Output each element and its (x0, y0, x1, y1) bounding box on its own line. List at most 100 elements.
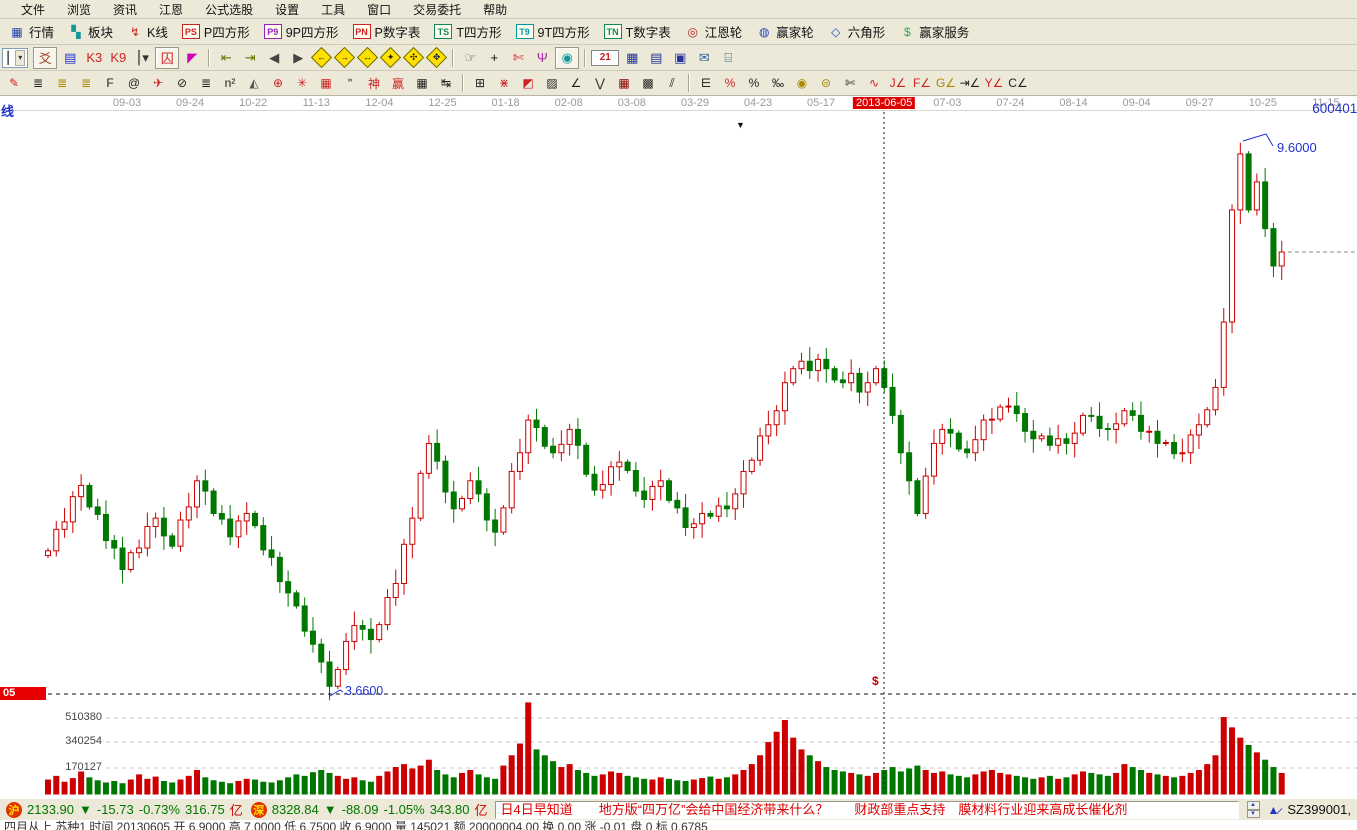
feature-hexagon[interactable]: ◇六角形 (828, 22, 886, 41)
crosshair-tool-icon[interactable]: + (483, 48, 505, 68)
rocket-tool-icon[interactable]: ✈ (147, 73, 169, 93)
dense-grid-tool-icon[interactable]: ▩ (637, 73, 659, 93)
gann-square-tool-icon[interactable]: Ψ (531, 48, 553, 68)
feature-t-square[interactable]: TST四方形 (434, 22, 501, 41)
feature-9t-square[interactable]: T99T四方形 (516, 22, 590, 41)
info-panel-icon[interactable]: ▤ (59, 48, 81, 68)
scissors-tool-icon[interactable]: ✄ (507, 48, 529, 68)
star-tool-icon[interactable]: ✳ (291, 73, 313, 93)
knife-tool-icon[interactable]: ✄ (839, 73, 861, 93)
wave-tool-icon[interactable]: ∿ (863, 73, 885, 93)
feature-9p-square[interactable]: P99P四方形 (264, 22, 339, 41)
pct-tool-icon[interactable]: % (743, 73, 765, 93)
menu-item-7[interactable]: 窗口 (358, 0, 400, 19)
feature-quotes[interactable]: ▦行情 (9, 22, 54, 41)
dark-grid-tool-icon[interactable]: ▦ (613, 73, 635, 93)
candlestick-chart-canvas[interactable]: 9.60003.6600 (0, 96, 1357, 798)
ruler-grid-icon[interactable]: ▦ (411, 73, 433, 93)
menu-item-8[interactable]: 交易委托 (404, 0, 470, 19)
jin-angle-tool-icon[interactable]: ⇥∠ (959, 73, 981, 93)
gold-angle-tool-icon[interactable]: G∠ (935, 73, 957, 93)
bars-tool-icon[interactable]: ⋿ (695, 73, 717, 93)
gold-comb2-icon[interactable]: ≣ (75, 73, 97, 93)
n2-tool-icon[interactable]: n² (219, 73, 241, 93)
notes-icon[interactable]: ▤ (645, 48, 667, 68)
pan-right-icon[interactable]: → (334, 47, 355, 68)
feature-t-table[interactable]: TNT数字表 (604, 22, 671, 41)
feature-p-square[interactable]: PSP四方形 (182, 22, 250, 41)
j-angle-tool-icon[interactable]: J∠ (887, 73, 909, 93)
chart-region[interactable]: 09-0309-2410-2211-1312-0412-2501-1802-08… (0, 96, 1357, 798)
chevron-down-icon[interactable]: ▾ (15, 50, 25, 66)
chu-angle-tool-icon[interactable]: C∠ (1007, 73, 1029, 93)
calendar-icon[interactable]: 21 (591, 50, 619, 66)
menu-item-0[interactable]: 文件 (12, 0, 54, 19)
menu-item-1[interactable]: 浏览 (58, 0, 100, 19)
fan2-tool-icon[interactable]: ◩ (517, 73, 539, 93)
news-ticker[interactable]: 日4日早知道 地方版“四万亿”会给中国经济带来什么？ 财政部重点支持 膜材料行业… (495, 801, 1238, 819)
pattern-window-icon[interactable]: 爻 (33, 47, 57, 69)
menu-item-9[interactable]: 帮助 (474, 0, 516, 19)
next-page-icon[interactable]: ▶ (287, 48, 309, 68)
brush-tool-icon[interactable]: ✎ (3, 73, 25, 93)
gold-line-tool-icon[interactable]: ⊜ (815, 73, 837, 93)
brain-tool-icon[interactable]: ◉ (555, 47, 579, 69)
spinner-down-icon[interactable]: ▼ (1247, 810, 1260, 819)
save-icon[interactable]: ▣ (669, 48, 691, 68)
ticker-spinner[interactable]: ▲ ▼ (1247, 801, 1260, 818)
window-tool-icon[interactable]: ⊞ (469, 73, 491, 93)
feature-p-table[interactable]: PNP数字表 (353, 22, 421, 41)
expand-all-icon[interactable]: ✦ (380, 47, 401, 68)
ying-angle-tool-icon[interactable]: Y∠ (983, 73, 1005, 93)
circle-clock-icon[interactable]: ⊘ (171, 73, 193, 93)
zoom-in-icon[interactable]: ✣ (403, 47, 424, 68)
feature-winner-service[interactable]: $赢家服务 (899, 22, 969, 41)
menu-item-3[interactable]: 江恩 (150, 0, 192, 19)
pct-red-tool-icon[interactable]: % (719, 73, 741, 93)
angle-line-tool-icon[interactable]: ∠ (565, 73, 587, 93)
menu-item-6[interactable]: 工具 (312, 0, 354, 19)
computer-icon[interactable]: ⌸ (717, 48, 739, 68)
gold-comb-icon[interactable]: ≣ (51, 73, 73, 93)
spinner-up-icon[interactable]: ▲ (1247, 801, 1260, 810)
feature-kline[interactable]: ↯K线 (127, 22, 168, 41)
feature-gann-wheel[interactable]: ◎江恩轮 (685, 22, 743, 41)
slashes-tool-icon[interactable]: ⫽ (661, 73, 683, 93)
hand-tool-icon[interactable]: ☞ (459, 48, 481, 68)
kline-period-combo[interactable]: ⎮▾ (2, 48, 28, 68)
ying-tool-icon[interactable]: 赢 (387, 73, 409, 93)
color-histogram-icon[interactable]: ◤ (181, 48, 203, 68)
hspan-tool-icon[interactable]: ↹ (435, 73, 457, 93)
vee-tool-icon[interactable]: ⋁ (589, 73, 611, 93)
calculator-icon[interactable]: ▦ (621, 48, 643, 68)
red-grid-tool-icon[interactable]: ▦ (315, 73, 337, 93)
pattern-red-icon[interactable]: 囚 (155, 47, 179, 69)
comb2-tool-icon[interactable]: ≣ (195, 73, 217, 93)
menu-item-2[interactable]: 资讯 (104, 0, 146, 19)
f-angle-tool-icon[interactable]: F∠ (911, 73, 933, 93)
shen-tool-icon[interactable]: 神 (363, 73, 385, 93)
zoom-out-icon[interactable]: ✥ (426, 47, 447, 68)
menu-item-5[interactable]: 设置 (266, 0, 308, 19)
shade-tool-icon[interactable]: ▨ (541, 73, 563, 93)
comb-tool-icon[interactable]: ≣ (27, 73, 49, 93)
menu-item-4[interactable]: 公式选股 (196, 0, 262, 19)
expand-h-icon[interactable]: ↔ (357, 47, 378, 68)
kline-9-icon[interactable]: K9 (107, 48, 129, 68)
fan-tool-icon[interactable]: ⋇ (493, 73, 515, 93)
spiral-tool-icon[interactable]: @ (123, 73, 145, 93)
target-tool-icon[interactable]: ⊕ (267, 73, 289, 93)
first-page-icon[interactable]: ⇤ (215, 48, 237, 68)
mail-icon[interactable]: ✉ (693, 48, 715, 68)
f-comb-icon[interactable]: F (99, 73, 121, 93)
permille-tool-icon[interactable]: ‰ (767, 73, 789, 93)
candle-style-combo-icon[interactable]: ⎮▾ (131, 48, 153, 68)
pan-left-icon[interactable]: ← (311, 47, 332, 68)
kline-3-icon[interactable]: K3 (83, 48, 105, 68)
last-page-icon[interactable]: ⇥ (239, 48, 261, 68)
prev-page-icon[interactable]: ◀ (263, 48, 285, 68)
feature-blocks[interactable]: ▚板块 (68, 22, 113, 41)
feature-winner-wheel[interactable]: ◍赢家轮 (756, 22, 814, 41)
ditto-tool-icon[interactable]: ʺ (339, 73, 361, 93)
pennant-tool-icon[interactable]: ◭ (243, 73, 265, 93)
